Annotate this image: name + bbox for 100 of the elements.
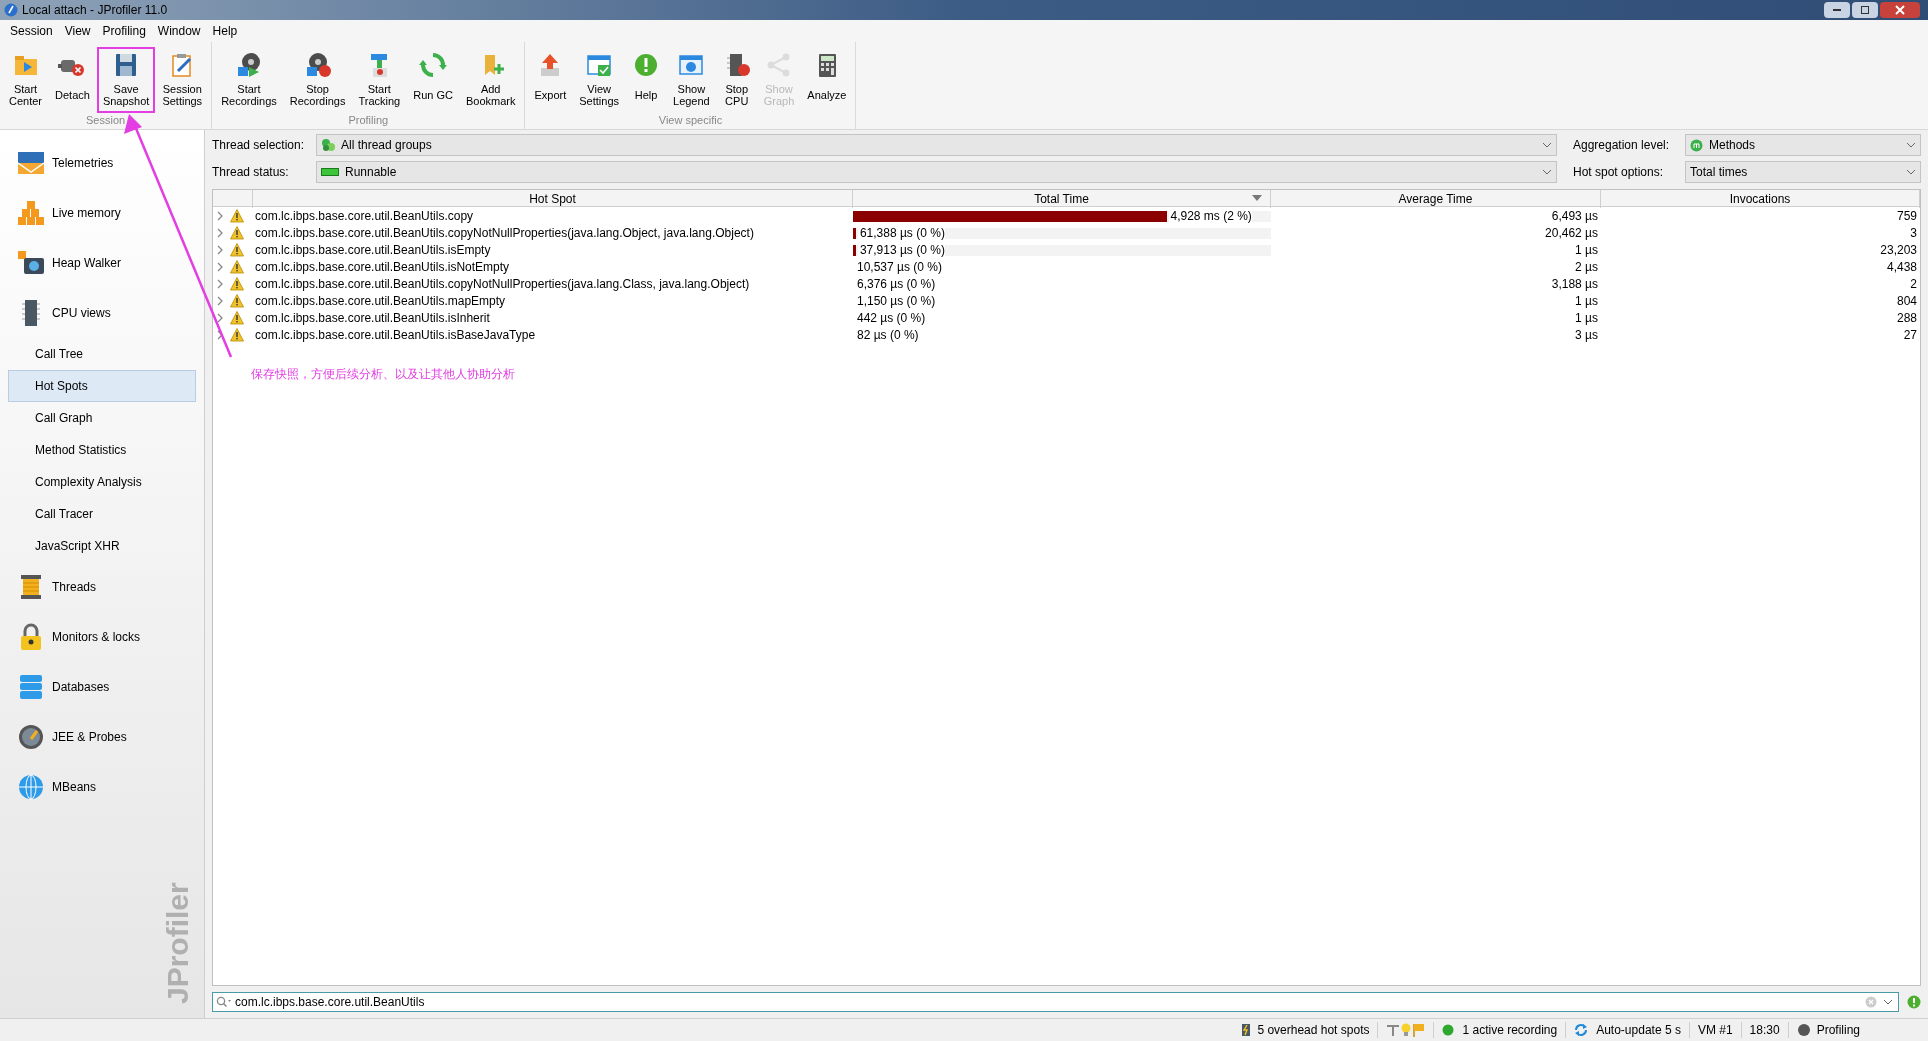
table-cell-text: com.lc.ibps.base.core.util.BeanUtils.isEmpty (254, 242, 492, 259)
toolbar-button[interactable]: Add Bookmark (459, 47, 522, 113)
table-cell-text: 3,188 µs (1550, 276, 1599, 293)
status-text: 1 active recording (1462, 1022, 1558, 1039)
menu-item[interactable]: Session (4, 22, 59, 40)
table-cell-text: 804 (1895, 293, 1918, 310)
search-icon (216, 996, 232, 1008)
close-button[interactable] (1880, 2, 1920, 18)
minimize-button[interactable] (1824, 2, 1850, 18)
sidebar-item[interactable]: Databases (0, 662, 204, 712)
help-icon (632, 51, 660, 79)
sidebar-item[interactable]: Monitors & locks (0, 612, 204, 662)
table-cell-text: 20,462 µs (1544, 225, 1599, 242)
warning-icon (230, 243, 244, 257)
sidebar-item[interactable]: Threads (0, 562, 204, 612)
warning-icon (230, 226, 244, 240)
field-label: Thread status: (212, 164, 290, 181)
table-cell-text: 3 (1909, 225, 1918, 242)
close-icon (1895, 5, 1905, 15)
toolbar-button[interactable]: Help (626, 47, 666, 113)
warning-icon (230, 277, 244, 291)
sidebar-item[interactable]: Call Graph (8, 402, 196, 434)
table-cell-text: 23,203 (1879, 242, 1918, 259)
maximize-icon (1860, 5, 1870, 15)
dropdown[interactable]: All thread groups (316, 134, 1557, 156)
gauge-icon (16, 722, 46, 752)
table-cell-text: com.lc.ibps.base.core.util.BeanUtils.isBaseJavaType (254, 327, 537, 344)
warning-icon (230, 209, 244, 223)
app-icon (4, 3, 18, 17)
recycle-icon (419, 51, 448, 79)
minimize-icon (1832, 8, 1842, 12)
search-field[interactable]: com.lc.ibps.base.core.util.BeanUtils (212, 992, 1899, 1012)
menu-item[interactable]: Window (151, 22, 207, 40)
table-cell-text: 2 (1909, 276, 1918, 293)
sidebar-item[interactable]: Telemetries (0, 138, 204, 188)
table-cell-text: com.lc.ibps.base.core.util.BeanUtils.copyNotNullProperties(java.lang.Class, java.lang.Object) (254, 276, 751, 293)
sidebar-item[interactable]: Call Tracer (8, 498, 196, 530)
toolbar-button[interactable]: Stop CPU (716, 47, 757, 113)
toolbar-button[interactable]: Analyze (801, 47, 853, 113)
warning-icon (230, 294, 244, 308)
status-swatch-icon (321, 168, 339, 176)
sidebar-item[interactable]: Complexity Analysis (8, 466, 196, 498)
sidebar-item[interactable]: JEE & Probes (0, 712, 204, 762)
table-cell-text: com.lc.ibps.base.core.util.BeanUtils.isNotEmpty (254, 259, 511, 276)
table-cell-text: 759 (1895, 208, 1918, 225)
dropdown[interactable]: Runnable (316, 161, 1557, 183)
table-cell-text: 4,438 (1885, 259, 1918, 276)
maximize-button[interactable] (1852, 2, 1878, 18)
dropdown[interactable]: Total times (1685, 161, 1921, 183)
status-text: Auto-update 5 s (1596, 1022, 1681, 1039)
field-label: Thread selection: (212, 137, 306, 154)
column-header[interactable]: Hot Spot (253, 190, 853, 208)
menu-item[interactable]: Help (206, 22, 244, 40)
sidebar-item[interactable]: JavaScript XHR (8, 530, 196, 562)
cubes-icon (16, 198, 46, 228)
dropdown[interactable]: Methods (1685, 134, 1921, 156)
table-cell-text: 288 (1895, 310, 1918, 327)
toolbar-button[interactable]: Detach (49, 47, 96, 113)
sidebar-item[interactable]: Call Tree (8, 338, 196, 370)
sidebar-item[interactable]: Hot Spots (8, 370, 196, 402)
table-cell-text: 1 µs (1574, 293, 1599, 310)
toolbar-button[interactable]: Stop Recordings (283, 47, 352, 113)
recording-dot-icon (1442, 1024, 1455, 1036)
flag-icon[interactable] (1412, 1023, 1426, 1037)
toolbar-button[interactable]: Start Tracking (352, 47, 407, 113)
table-cell-text: com.lc.ibps.base.core.util.BeanUtils.copyNotNullProperties(java.lang.Object, java.lang.Object) (254, 225, 755, 242)
table-cell-text: 6,493 µs (1550, 208, 1599, 225)
status-text: Profiling (1816, 1022, 1860, 1039)
toolbar-button[interactable]: Start Center (3, 47, 49, 113)
sidebar-item[interactable]: Method Statistics (8, 434, 196, 466)
window-title: Local attach - JProfiler 11.0 (22, 2, 168, 19)
toolbar-button[interactable]: Start Recordings (215, 47, 283, 113)
refresh-icon[interactable] (1574, 1023, 1589, 1037)
sidebar-item[interactable]: CPU views (0, 288, 204, 338)
group-label: Session (85, 113, 127, 127)
toolbar-button[interactable]: Save Snapshot (96, 47, 156, 113)
table-cell-text: com.lc.ibps.base.core.util.BeanUtils.mapEmpty (254, 293, 507, 310)
warning-icon (230, 260, 244, 274)
column-header[interactable]: Invocations (1601, 190, 1920, 208)
menu-item[interactable]: View (58, 22, 97, 40)
sidebar-item[interactable]: MBeans (0, 762, 204, 812)
toolbar-button[interactable]: Export (528, 47, 573, 113)
profiling-icon (1796, 1023, 1811, 1037)
status-text: 18:30 (1749, 1022, 1780, 1039)
column-header[interactable]: Average Time (1271, 190, 1601, 208)
toolbar-button[interactable]: View Settings (573, 47, 625, 113)
sidebar-item[interactable]: Live memory (0, 188, 204, 238)
field-label: Hot spot options: (1573, 164, 1665, 181)
sidebar-item[interactable]: Heap Walker (0, 238, 204, 288)
toolbar-button[interactable]: Show Legend (667, 47, 716, 113)
menu-item[interactable]: Profiling (96, 22, 152, 40)
overhead-icon (1241, 1023, 1252, 1037)
help-icon[interactable] (1907, 995, 1921, 1009)
lightbulb-icon[interactable] (1400, 1023, 1413, 1037)
group-label: Profiling (347, 113, 390, 127)
toolbar-button[interactable]: Session Settings (156, 47, 209, 113)
app-logo: JProfiler (162, 882, 194, 1004)
pin-icon[interactable] (1386, 1023, 1401, 1037)
method-icon (1690, 138, 1703, 152)
toolbar-button[interactable]: Run GC (407, 47, 459, 113)
